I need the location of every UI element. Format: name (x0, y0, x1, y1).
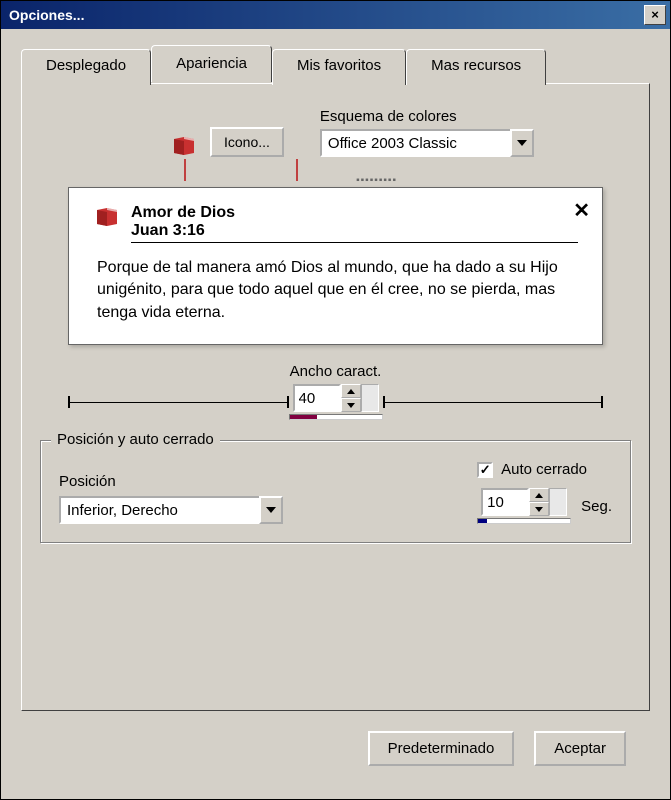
grip-icon: ▪▪▪▪▪▪▪▪▪ (356, 175, 397, 186)
auto-close-checkbox-row[interactable]: ✓ Auto cerrado (477, 461, 587, 478)
width-section: Ancho caract. (40, 363, 631, 420)
preview-titles: Amor de Dios Juan 3:16 (131, 204, 578, 243)
book-icon (93, 204, 121, 228)
position-value[interactable] (59, 496, 259, 524)
content-area: Desplegado Apariencia Mis favoritos Mas … (1, 29, 670, 782)
width-progress (289, 414, 383, 420)
scheme-column: Esquema de colores (320, 108, 534, 157)
tab-mis-favoritos[interactable]: Mis favoritos (272, 49, 406, 85)
auto-close-column: ✓ Auto cerrado (477, 461, 612, 524)
seconds-spin-down[interactable] (529, 502, 549, 516)
tab-strip: Desplegado Apariencia Mis favoritos Mas … (21, 47, 650, 83)
options-dialog: Opciones... × Desplegado Apariencia Mis … (0, 0, 671, 800)
seconds-progress (477, 518, 571, 524)
position-label: Posición (59, 473, 283, 490)
width-spinner[interactable] (293, 384, 379, 412)
preview-body: Porque de tal manera amó Dios al mundo, … (93, 257, 578, 324)
width-ruler-left (68, 396, 289, 408)
width-row (40, 384, 631, 420)
width-spin-up[interactable] (341, 384, 361, 398)
icon-scheme-row: Icono... Esquema de colores (170, 108, 631, 157)
titlebar: Opciones... × (1, 1, 670, 29)
default-button[interactable]: Predeterminado (368, 731, 515, 766)
scheme-dropdown-button[interactable] (510, 129, 534, 157)
dialog-footer: Predeterminado Aceptar (21, 711, 650, 766)
position-group-title: Posición y auto cerrado (51, 431, 220, 448)
seconds-unit: Seg. (581, 498, 612, 515)
seconds-row: Seg. (477, 488, 612, 524)
icon-button[interactable]: Icono... (210, 127, 284, 157)
scheme-label: Esquema de colores (320, 108, 534, 125)
seconds-spin-up[interactable] (529, 488, 549, 502)
accept-button[interactable]: Aceptar (534, 731, 626, 766)
scheme-value[interactable] (320, 129, 510, 157)
auto-close-checkbox[interactable]: ✓ (477, 462, 493, 478)
seconds-input[interactable] (481, 488, 529, 516)
preview-popup: ✕ Amor de Dios Juan 3:16 Porque de tal m… (68, 187, 603, 345)
width-scroll-track[interactable] (361, 384, 379, 412)
preview-close-icon[interactable]: ✕ (573, 198, 590, 223)
preview-title: Amor de Dios (131, 204, 578, 222)
connector-lines: ▪▪▪▪▪▪▪▪▪ (40, 159, 631, 187)
width-ruler-right (383, 396, 604, 408)
window-title: Opciones... (9, 7, 84, 23)
position-dropdown[interactable] (59, 496, 283, 524)
width-label: Ancho caract. (40, 363, 631, 380)
tab-mas-recursos[interactable]: Mas recursos (406, 49, 546, 85)
book-icon (170, 133, 198, 157)
tab-desplegado[interactable]: Desplegado (21, 49, 151, 85)
preview-divider (131, 242, 578, 243)
scheme-dropdown[interactable] (320, 129, 534, 157)
seconds-scroll-track[interactable] (549, 488, 567, 516)
width-spin-down[interactable] (341, 398, 361, 412)
preview-subtitle: Juan 3:16 (131, 222, 578, 240)
width-input[interactable] (293, 384, 341, 412)
window-close-button[interactable]: × (644, 5, 666, 25)
position-groupbox: Posición y auto cerrado Posición ✓ Auto … (40, 440, 631, 543)
position-column: Posición (59, 473, 283, 524)
tab-panel-apariencia: Icono... Esquema de colores ▪▪▪▪▪▪▪▪▪ ✕ (21, 83, 650, 711)
preview-header: Amor de Dios Juan 3:16 (93, 204, 578, 243)
auto-close-label: Auto cerrado (501, 461, 587, 478)
seconds-spinner[interactable] (481, 488, 567, 516)
tab-apariencia[interactable]: Apariencia (151, 45, 272, 82)
position-dropdown-button[interactable] (259, 496, 283, 524)
